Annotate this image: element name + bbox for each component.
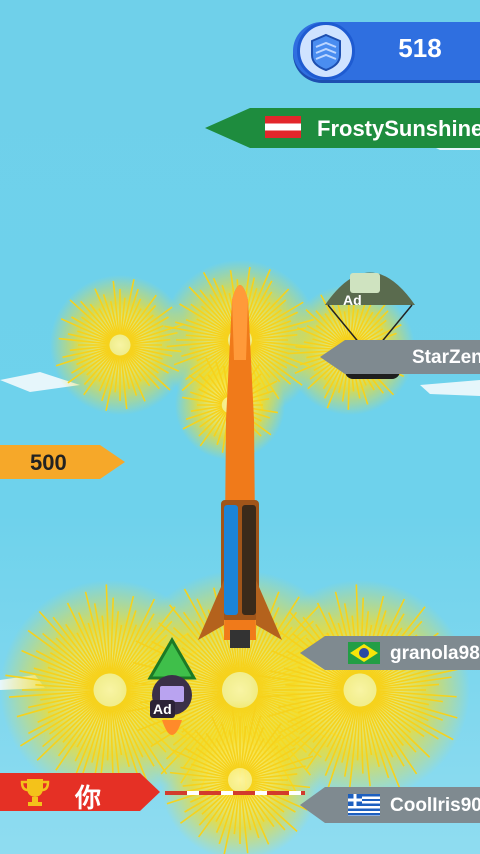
- greece-flag-icon: [348, 794, 380, 816]
- player-name: FrostySunshine: [317, 116, 480, 141]
- player-label-you: 你: [75, 783, 102, 813]
- player-tag-frostysunshine: FrostySunshine: [205, 108, 480, 148]
- shield-stack-icon: [297, 22, 355, 80]
- player-name: CoolIris90: [390, 795, 480, 816]
- player-tag-starzen: StarZen: [320, 340, 480, 374]
- austria-flag-icon: [265, 116, 301, 138]
- altitude-dashed-line: [165, 791, 305, 795]
- player-name: granola98: [390, 643, 480, 664]
- score-value: 518: [398, 33, 442, 63]
- cloud: [420, 380, 480, 396]
- trophy-icon: [20, 776, 50, 813]
- player-tag-cooliris90: CoolIris90: [300, 787, 480, 823]
- altitude-value: 500: [30, 450, 67, 475]
- ad-badge-rocket[interactable]: Ad: [150, 700, 175, 718]
- brazil-flag-icon: [348, 642, 380, 664]
- player-tag-granola98: granola98: [300, 636, 480, 670]
- ad-badge-parachute[interactable]: Ad: [343, 292, 362, 308]
- player-name: StarZen: [412, 347, 480, 368]
